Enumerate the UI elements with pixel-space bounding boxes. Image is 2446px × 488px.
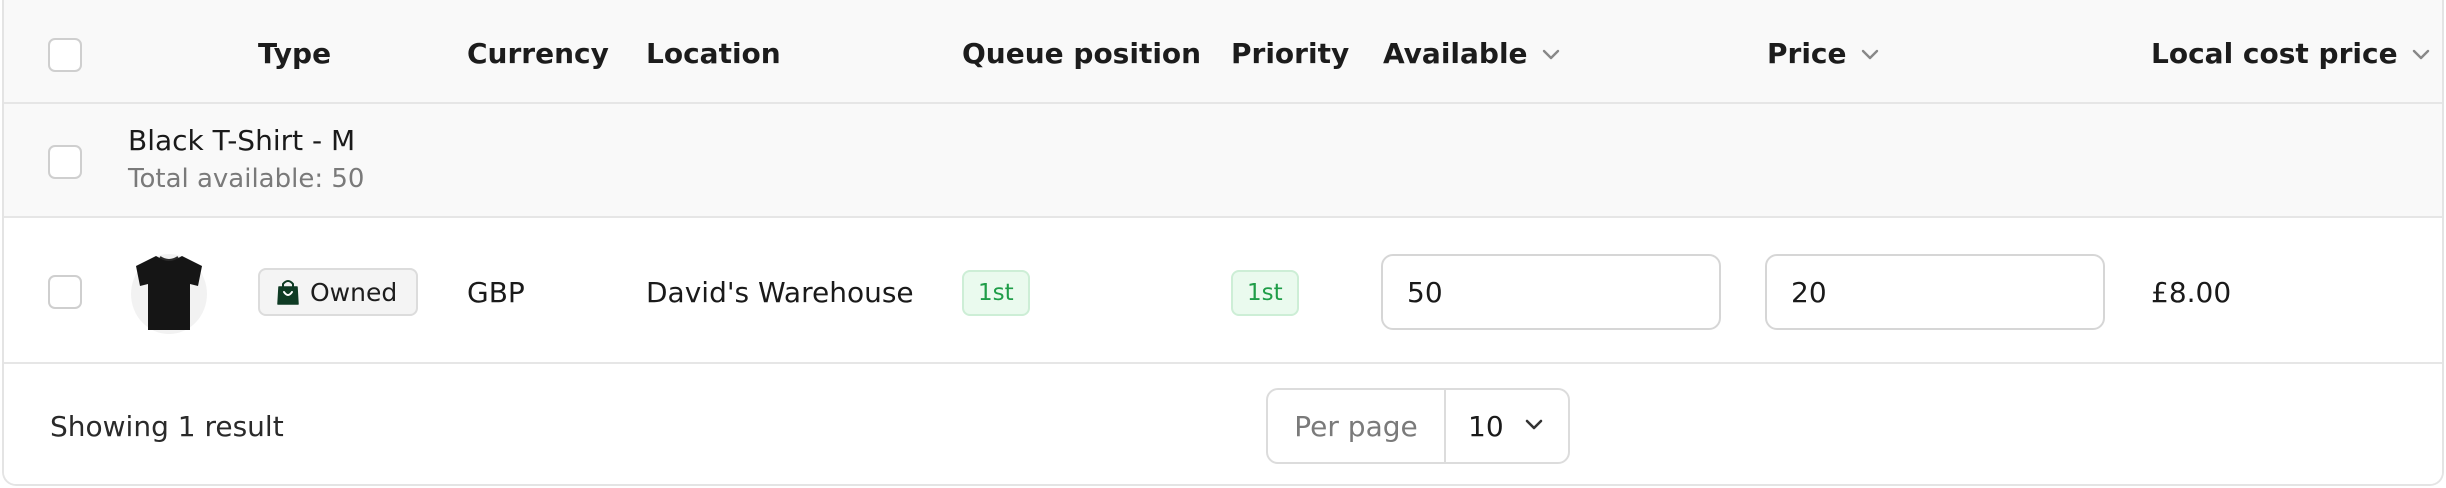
- result-count: Showing 1 result: [50, 410, 284, 443]
- chevron-down-icon: [1522, 410, 1546, 443]
- column-header-priority[interactable]: Priority: [1231, 37, 1349, 70]
- group-total-available: Total available: 50: [128, 164, 365, 194]
- column-header-label: Queue position: [962, 37, 1202, 70]
- queue-position-badge: 1st: [962, 270, 1030, 316]
- table-header-row: [4, 0, 2442, 104]
- owned-badge-label: Owned: [310, 277, 398, 307]
- column-header-label: Location: [646, 37, 781, 70]
- owned-badge: Owned: [258, 268, 418, 316]
- table-footer: [4, 364, 2442, 484]
- column-header-location[interactable]: Location: [646, 37, 781, 70]
- row-select-checkbox[interactable]: [48, 275, 82, 309]
- per-page-label: Per page: [1268, 390, 1446, 462]
- column-header-label: Available: [1383, 37, 1528, 70]
- chevron-down-icon[interactable]: [2410, 43, 2432, 65]
- column-header-queue-position[interactable]: Queue position: [962, 37, 1201, 70]
- column-header-type[interactable]: Type: [258, 37, 331, 70]
- black-tshirt-image: [130, 250, 208, 334]
- group-row: [4, 104, 2442, 218]
- group-title: Black T-Shirt - M: [128, 124, 356, 157]
- select-all-checkbox[interactable]: [48, 38, 82, 72]
- priority-badge: 1st: [1231, 270, 1299, 316]
- column-header-label: Type: [258, 37, 332, 70]
- column-header-label: Local cost price: [2151, 37, 2398, 70]
- column-header-price[interactable]: Price: [1767, 37, 1881, 70]
- column-header-currency[interactable]: Currency: [467, 37, 609, 70]
- column-header-label: Currency: [467, 37, 609, 70]
- column-header-label: Price: [1767, 37, 1847, 70]
- column-header-label: Priority: [1231, 37, 1350, 70]
- column-header-local-cost-price[interactable]: Local cost price: [2151, 37, 2432, 70]
- available-input[interactable]: [1381, 254, 1721, 330]
- column-header-available[interactable]: Available: [1383, 37, 1562, 70]
- per-page-control: Per page 10: [1266, 388, 1570, 464]
- shopping-bag-icon: [276, 278, 300, 306]
- currency-cell: GBP: [467, 276, 525, 309]
- location-cell: David's Warehouse: [646, 276, 914, 309]
- chevron-down-icon[interactable]: [1540, 43, 1562, 65]
- price-input[interactable]: [1765, 254, 2105, 330]
- chevron-down-icon[interactable]: [1859, 43, 1881, 65]
- per-page-value: 10: [1468, 409, 1504, 443]
- group-select-checkbox[interactable]: [48, 145, 82, 179]
- per-page-select[interactable]: 10: [1446, 390, 1568, 462]
- inventory-table-card: [2, 0, 2444, 486]
- local-cost-price-cell: £8.00: [2151, 276, 2232, 309]
